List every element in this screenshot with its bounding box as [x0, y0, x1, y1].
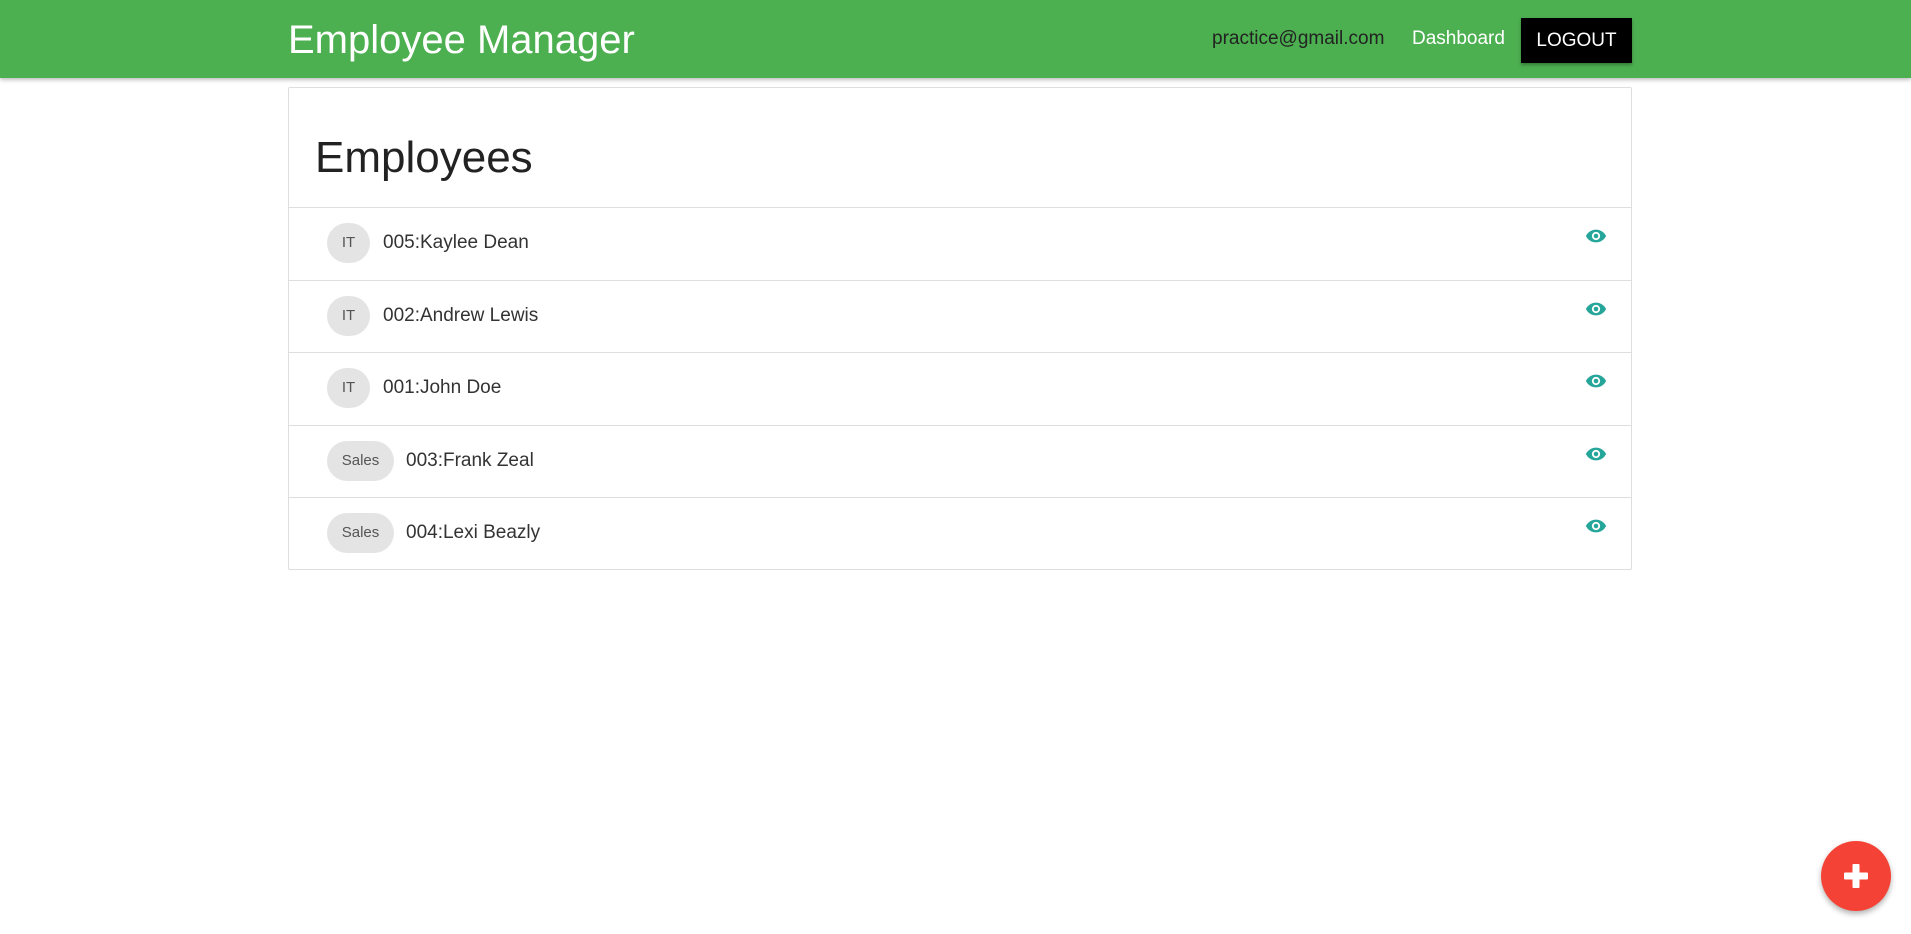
department-chip: IT [327, 223, 370, 263]
department-chip: IT [327, 295, 370, 336]
employee-name: 005:Kaylee Dean [383, 232, 529, 253]
dashboard-link[interactable]: Dashboard [1412, 26, 1505, 52]
department-chip: IT [327, 368, 370, 408]
top-navbar: Employee Manager practice@gmail.com Dash… [0, 0, 1911, 78]
eye-icon[interactable] [1585, 443, 1607, 465]
page-title: Employees [315, 133, 533, 182]
logout-button[interactable]: LOGOUT [1521, 18, 1632, 63]
list-item: IT 005:Kaylee Dean [289, 208, 1631, 281]
eye-icon[interactable] [1585, 515, 1607, 537]
eye-icon[interactable] [1585, 225, 1607, 247]
employees-card: Employees IT 005:Kaylee Dean IT 002:Andr… [288, 87, 1632, 570]
department-chip: Sales [327, 440, 394, 481]
department-chip: Sales [327, 513, 394, 553]
employee-name: 003:Frank Zeal [406, 449, 534, 471]
employee-name: 002:Andrew Lewis [383, 304, 539, 326]
employee-name: 004:Lexi Beazly [406, 522, 541, 543]
list-item: IT 001:John Doe [289, 353, 1631, 426]
plus-icon [1844, 864, 1868, 888]
eye-icon[interactable] [1585, 370, 1607, 392]
list-item: IT 002:Andrew Lewis [289, 281, 1631, 353]
employee-list: IT 005:Kaylee Dean IT 002:Andrew Lewis I… [289, 207, 1631, 571]
list-item: Sales 004:Lexi Beazly [289, 498, 1631, 571]
user-email: practice@gmail.com [1212, 28, 1385, 49]
eye-icon[interactable] [1585, 298, 1607, 320]
list-item: Sales 003:Frank Zeal [289, 426, 1631, 498]
employee-name: 001:John Doe [383, 377, 502, 398]
add-employee-button[interactable] [1821, 841, 1891, 911]
brand-title[interactable]: Employee Manager [288, 14, 635, 66]
